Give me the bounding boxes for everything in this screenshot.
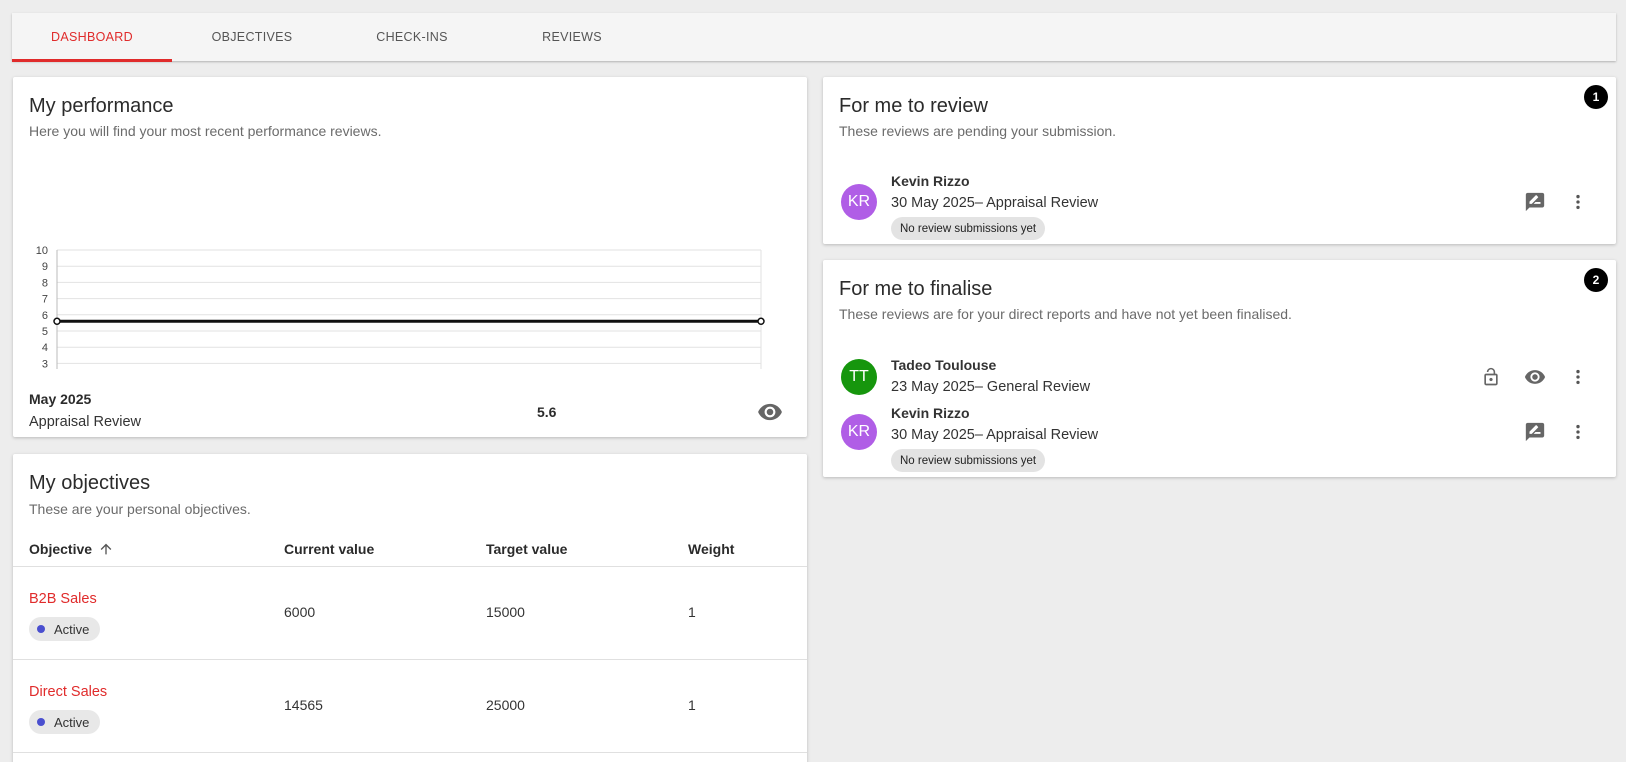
- data-point: [53, 317, 61, 326]
- latest-review-type: Appraisal Review: [29, 414, 142, 430]
- performance-chart: 012345678910Apr 2025May 2025: [36, 245, 765, 369]
- y-tick-label: 5: [42, 326, 48, 338]
- status-dot-icon: [37, 625, 45, 633]
- y-tick-label: 10: [36, 245, 48, 257]
- objectives-subtitle: These are your personal objectives.: [29, 501, 251, 517]
- review-subtitle: These reviews are pending your submissio…: [839, 123, 1117, 139]
- target-value: 15000: [486, 604, 525, 620]
- data-point: [757, 317, 765, 326]
- weight-value: 1: [688, 604, 696, 620]
- avatar: KR: [841, 414, 877, 450]
- latest-review-score: 5.6: [537, 404, 557, 420]
- y-tick-label: 4: [42, 342, 48, 354]
- tab-objectives[interactable]: OBJECTIVES: [172, 13, 332, 61]
- status-label: Active: [54, 621, 90, 637]
- more-vert-icon: [1576, 369, 1580, 385]
- avatar: KR: [841, 184, 877, 220]
- write-review-button[interactable]: [1523, 190, 1547, 214]
- reviewee-name: Kevin Rizzo: [891, 173, 970, 189]
- y-tick-label: 9: [42, 261, 48, 273]
- tab-check-ins[interactable]: CHECK-INS: [332, 13, 492, 61]
- more-vert-icon: [1576, 194, 1580, 210]
- rate-review-icon: [1525, 422, 1545, 442]
- objectives-card: My objectives These are your personal ob…: [13, 454, 807, 762]
- reviewee-name: Kevin Rizzo: [891, 405, 970, 421]
- table-row[interactable]: B2B Sales Active 6000 15000 1: [13, 567, 807, 660]
- status-badge: Active: [29, 617, 101, 641]
- column-header-current-value[interactable]: Current value: [284, 541, 374, 557]
- y-tick-label: 3: [42, 358, 48, 369]
- more-options-button[interactable]: [1566, 420, 1590, 444]
- write-review-button[interactable]: [1523, 420, 1547, 444]
- review-item[interactable]: KR Kevin Rizzo 30 May 2025– Appraisal Re…: [823, 173, 1616, 240]
- performance-subtitle: Here you will find your most recent perf…: [29, 123, 382, 139]
- review-card: For me to review These reviews are pendi…: [823, 77, 1616, 244]
- eye-icon: [1524, 370, 1546, 384]
- weight-value: 1: [688, 697, 696, 713]
- finalise-count-badge: 2: [1584, 268, 1608, 292]
- more-options-button[interactable]: [1566, 190, 1590, 214]
- column-header-target-value[interactable]: Target value: [486, 541, 567, 557]
- target-value: 25000: [486, 697, 525, 713]
- objectives-title: My objectives: [29, 472, 151, 494]
- tab-dashboard[interactable]: DASHBOARD: [12, 13, 172, 62]
- table-row[interactable]: Direct Sales Active 14565 25000 1: [13, 660, 807, 753]
- objective-name[interactable]: B2B Sales: [29, 591, 97, 607]
- finalise-card: For me to finalise These reviews are for…: [823, 260, 1616, 477]
- y-tick-label: 6: [42, 310, 48, 322]
- current-value: 14565: [284, 697, 323, 713]
- review-count-badge: 1: [1584, 85, 1608, 109]
- more-options-button[interactable]: [1566, 365, 1590, 389]
- review-title: For me to review: [839, 95, 988, 117]
- objective-name[interactable]: Direct Sales: [29, 684, 107, 700]
- performance-title: My performance: [29, 95, 174, 117]
- view-review-button[interactable]: [1523, 365, 1547, 389]
- current-value: 6000: [284, 604, 316, 620]
- avatar: TT: [841, 359, 877, 395]
- unlock-review-button[interactable]: [1479, 365, 1503, 389]
- y-tick-label: 8: [42, 277, 48, 289]
- y-tick-label: 7: [42, 294, 48, 306]
- finalise-title: For me to finalise: [839, 278, 993, 300]
- latest-review-date: May 2025: [29, 391, 92, 407]
- review-detail: 30 May 2025– Appraisal Review: [891, 195, 1099, 211]
- tab-reviews[interactable]: REVIEWS: [492, 13, 652, 61]
- reviewee-name: Tadeo Toulouse: [891, 357, 997, 373]
- main-tabs: DASHBOARD OBJECTIVES CHECK-INS REVIEWS: [12, 13, 1616, 62]
- column-header-weight[interactable]: Weight: [688, 541, 734, 557]
- performance-card: My performance Here you will find your m…: [13, 77, 807, 437]
- column-header-objective[interactable]: Objective: [29, 541, 114, 557]
- submission-status-chip: No review submissions yet: [891, 217, 1046, 240]
- view-review-button[interactable]: [757, 399, 783, 425]
- review-detail: 23 May 2025– General Review: [891, 379, 1091, 395]
- more-vert-icon: [1576, 424, 1580, 440]
- status-badge: Active: [29, 710, 101, 734]
- finalise-item[interactable]: KR Kevin Rizzo 30 May 2025– Appraisal Re…: [823, 405, 1616, 472]
- review-detail: 30 May 2025– Appraisal Review: [891, 427, 1099, 443]
- column-label: Objective: [29, 541, 93, 557]
- eye-icon: [758, 403, 782, 421]
- finalise-subtitle: These reviews are for your direct report…: [839, 306, 1292, 322]
- lock-open-icon: [1484, 367, 1498, 386]
- rate-review-icon: [1525, 192, 1545, 212]
- submission-status-chip: No review submissions yet: [891, 449, 1046, 472]
- status-dot-icon: [37, 718, 45, 726]
- sort-ascending-icon: [100, 543, 112, 555]
- finalise-item[interactable]: TT Tadeo Toulouse 23 May 2025– General R…: [823, 357, 1616, 397]
- status-label: Active: [54, 714, 90, 730]
